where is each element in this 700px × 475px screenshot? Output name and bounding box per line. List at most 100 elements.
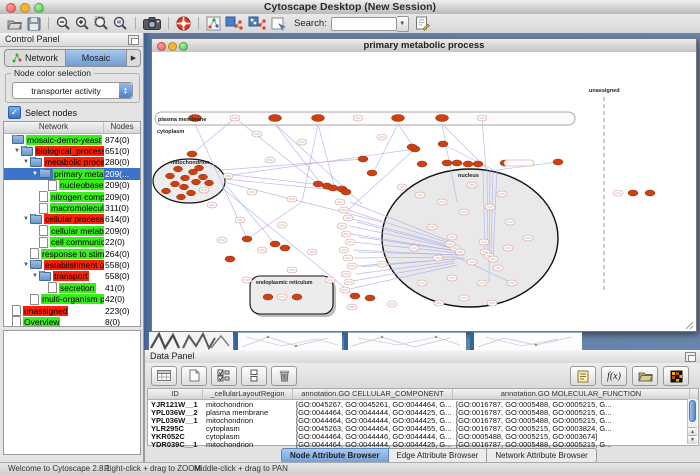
zoom-selected-icon[interactable] [94,16,109,31]
annotation-icon[interactable] [415,16,430,31]
attribute-batch-editor-icon[interactable] [211,366,237,386]
scroll-down-icon[interactable]: ▼ [688,435,697,444]
formula-builder-icon[interactable]: f(x) [601,366,627,386]
tree-item-label[interactable]: transport [53,271,89,281]
table-scrollbar[interactable]: ▲ ▼ [687,399,697,444]
tab-node-attribute-browser[interactable]: Node Attribute Browser [281,448,389,463]
network-node[interactable] [180,184,189,190]
network-window-titlebar[interactable]: primary metabolic process [152,39,696,53]
zoom-in-icon[interactable] [75,16,90,31]
tree-item-label[interactable]: macromolecule [50,203,104,213]
combobox-stepper-icon[interactable]: ▲▼ [119,83,132,98]
network-node[interactable] [181,175,190,181]
network-node[interactable] [192,179,201,185]
background-overview-sketch[interactable] [149,332,233,350]
network-node[interactable] [205,180,214,186]
tree-item-label[interactable]: cellular metabo [50,226,104,236]
tree-expander-icon[interactable]: ▼ [31,273,39,279]
create-network-from-selection-icon[interactable] [225,16,244,31]
network-node[interactable] [280,245,290,251]
network-node[interactable] [417,161,427,167]
tree-row[interactable]: ▼biological_process651(0) [4,145,140,156]
network-node[interactable] [242,236,252,242]
tree-expander-icon[interactable]: ▼ [13,148,21,154]
tree-row[interactable]: response to stimulu264(0) [4,248,140,259]
tree-item-label[interactable]: nitrogen compo [50,192,104,202]
zoom-out-icon[interactable] [56,16,71,31]
column-header[interactable]: annotation.GO MOLECULAR_FUNCTION [453,389,690,399]
tree-item-label[interactable]: Overview [23,317,60,327]
network-node[interactable] [473,161,483,167]
tree-item-label[interactable]: secretion [59,283,96,293]
network-node[interactable] [313,181,323,187]
help-lifering-icon[interactable] [176,16,191,31]
delete-attribute-trash-icon[interactable] [271,366,297,386]
network-node[interactable] [553,159,563,165]
tree-row[interactable]: cell communicat22(0) [4,237,140,248]
network-node[interactable] [365,295,375,301]
tree-item-label[interactable]: response to stimulu [41,249,104,259]
network-node[interactable] [187,190,196,196]
tree-row[interactable]: nucleobase-209(0) [4,180,140,191]
network-node[interactable] [269,115,282,122]
tree-row[interactable]: ▼metabolic process280(0) [4,157,140,168]
tree-row[interactable]: secretion41(0) [4,282,140,293]
column-header[interactable]: ID [148,389,203,399]
search-dropdown-icon[interactable]: ▼ [397,16,409,32]
attribute-editor-icon[interactable] [241,366,267,386]
resize-grip-icon[interactable] [686,322,693,329]
network-node[interactable] [392,115,405,122]
network-node[interactable] [328,185,338,191]
tree-expander-icon[interactable]: ▼ [22,216,30,222]
network-node[interactable] [463,161,473,167]
float-panel-icon[interactable] [128,35,139,45]
destroy-network-icon[interactable] [271,16,286,31]
network-node[interactable] [162,188,171,194]
tree-row[interactable]: macromolecule311(0) [4,202,140,213]
node-color-combobox[interactable]: transporter activity ▲▼ [12,82,133,99]
network-node[interactable] [504,160,534,166]
tab-mosaic[interactable]: Mosaic [65,50,127,66]
save-session-icon[interactable] [26,16,41,31]
tree-row[interactable]: ▼primary metabo209(... [4,168,140,179]
tab-network[interactable]: Network [5,50,65,66]
tree-item-label[interactable]: biological_process [35,146,104,156]
search-input[interactable] [331,17,397,31]
zoom-fit-icon[interactable] [113,16,128,31]
tree-item-label[interactable]: unassigned [23,306,68,316]
network-node[interactable] [358,156,368,162]
network-node[interactable] [438,141,448,147]
network-canvas[interactable]: plasma membrane cytoplasm mitochondrion … [152,52,696,331]
background-window[interactable] [474,332,582,350]
tree-item-label[interactable]: cellular process [44,214,104,224]
table-cell[interactable]: mitochondrion [203,440,293,449]
tree-row[interactable]: ▼transport558(0) [4,271,140,282]
snapshot-camera-icon[interactable] [143,16,161,31]
heatmap-icon[interactable] [663,366,689,386]
tree-expander-icon[interactable]: ▼ [22,159,30,165]
import-attributes-folder-icon[interactable] [632,366,658,386]
tree-item-label[interactable]: establishment of lo [44,260,104,270]
tree-row[interactable]: multi-organism pro42(0) [4,293,140,304]
table-cell[interactable]: YDR039C__1 [148,440,203,449]
background-window[interactable] [238,332,342,350]
tree-row[interactable]: nitrogen compo209(0) [4,191,140,202]
tree-item-label[interactable]: metabolic process [44,157,104,167]
column-header[interactable]: _cellularLayoutRegion [203,389,293,399]
tree-row[interactable]: Overview8(0) [4,316,140,327]
network-node[interactable] [312,115,325,122]
select-nodes-checkbox[interactable]: ✓ [8,106,21,119]
network-node[interactable] [341,189,351,195]
network-node[interactable] [195,165,204,171]
tab-overflow-arrow-icon[interactable]: ▶ [127,50,140,66]
tree-row[interactable]: ▼cellular process614(0) [4,214,140,225]
network-node[interactable] [199,174,208,180]
column-header[interactable]: annotation.GO CELLULAR_COMPONENT [293,389,453,399]
tree-row[interactable]: mosaic-demo-yeast874(0) [4,134,140,145]
tree-expander-icon[interactable]: ▼ [22,262,30,268]
open-session-icon[interactable] [7,16,22,31]
tree-item-label[interactable]: cell communicat [50,237,104,247]
table-row[interactable]: YDR039C__1mitochondrion[GO:0044464, GO:0… [148,440,698,448]
tree-item-label[interactable]: mosaic-demo-yeast [26,135,102,145]
network-node[interactable] [628,190,638,196]
